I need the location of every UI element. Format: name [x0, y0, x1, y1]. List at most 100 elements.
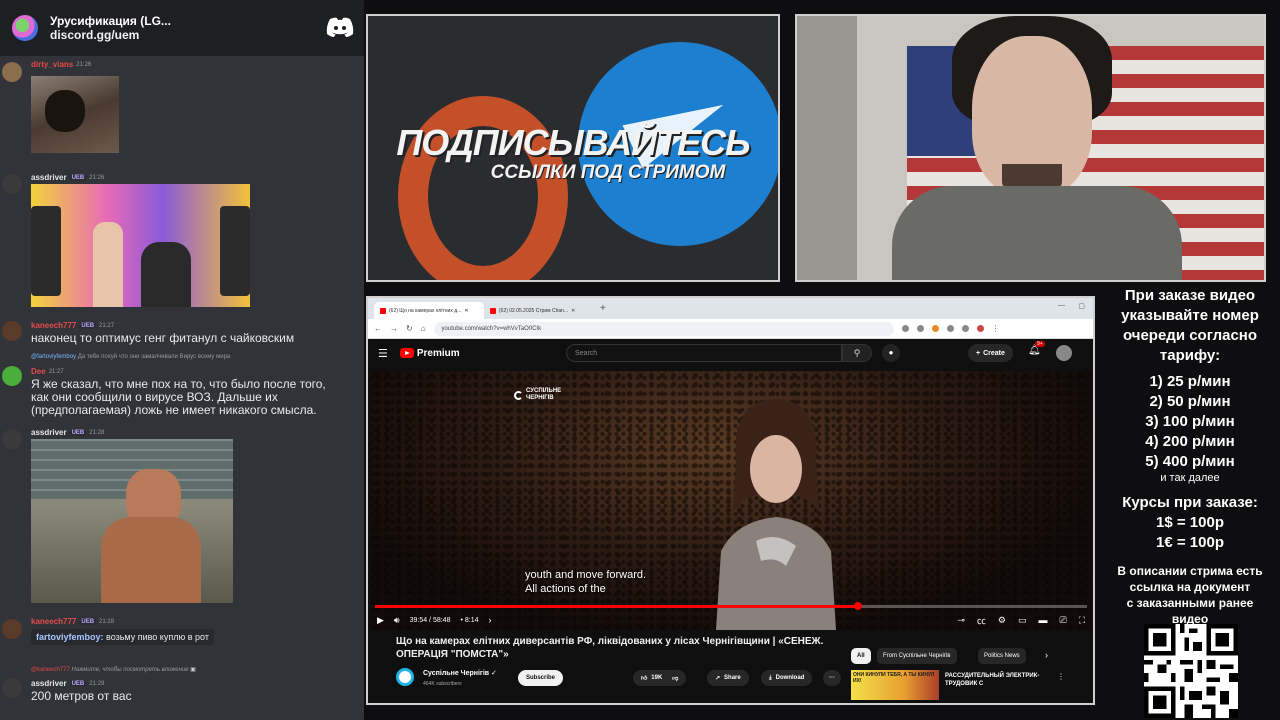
message-text: 200 метров от вас	[31, 689, 132, 703]
extension-icon[interactable]	[901, 325, 909, 332]
autoplay-toggle-icon[interactable]: ⊸	[957, 615, 965, 626]
player-controls: ▶ 🔊︎ 39:54 / 58:48 • 8:14 › ⊸ ㏄ ⚙ ▭ ▬ ⎚ …	[377, 613, 1085, 627]
chevron-right-icon[interactable]: ›	[1045, 650, 1048, 660]
doc-info-line: ссылка на документ	[1129, 580, 1251, 594]
time-display: 39:54 / 58:48	[409, 616, 451, 624]
chapter-label[interactable]: • 8:14	[460, 617, 478, 624]
channel-avatar[interactable]	[396, 668, 414, 686]
channel-watermark: СУСПІЛЬНЕ ЧЕРНІГІВ	[514, 388, 561, 402]
message-text-line: (предполагаемая) ложь не имеет никакого …	[31, 403, 317, 417]
username[interactable]: Dee	[31, 367, 46, 376]
image-attachment[interactable]	[31, 439, 233, 603]
extension-icon[interactable]	[961, 325, 969, 332]
settings-gear-icon[interactable]: ⚙	[998, 615, 1006, 626]
qr-code	[1144, 624, 1238, 718]
avatar	[2, 678, 22, 698]
face	[972, 36, 1092, 196]
image-attachment[interactable]	[31, 76, 119, 153]
chip-all[interactable]: All	[851, 648, 871, 664]
subscribe-button[interactable]: Subscribe	[518, 670, 564, 686]
discord-overlay: Урусификация (LG... discord.gg/uem dirty…	[0, 0, 364, 720]
mention[interactable]: fartoviyfemboy:	[36, 632, 104, 642]
progress-fill	[375, 605, 858, 608]
video-title: Що на камерах елітних диверсантів РФ, лі…	[396, 636, 824, 660]
search-icon[interactable]: ⚲	[842, 344, 872, 362]
miniplayer-icon[interactable]: ▭	[1018, 615, 1027, 626]
progress-bar[interactable]	[375, 602, 1087, 610]
theater-mode-icon[interactable]: ▬	[1038, 615, 1047, 625]
username[interactable]: kaneech777	[31, 321, 76, 330]
chip-from-channel[interactable]: From Суспільне Чернігів	[877, 648, 957, 664]
captions-icon[interactable]: ㏄	[977, 614, 986, 627]
tariff-item: 4) 200 р/мин	[1145, 433, 1235, 450]
thumbs-down-icon[interactable]: 👎︎	[672, 674, 678, 682]
more-vertical-icon[interactable]: ⋮	[1057, 672, 1065, 681]
message-text: fartoviyfemboy: возьму пиво куплю в рот	[31, 629, 214, 645]
order-info-panel: При заказе видео указывайте номер очеред…	[1100, 284, 1280, 720]
youtube-header: ☰ Premium Search ⚲ ● + Create 🔔︎ 9+	[368, 339, 1093, 367]
maximize-icon[interactable]: ▢	[1078, 302, 1085, 310]
cast-icon[interactable]: ⎚	[1059, 615, 1066, 626]
url-input[interactable]: youtube.com/watch?v=whVvTaO0CIk	[433, 321, 894, 336]
timestamp: 21:26	[89, 174, 105, 181]
scrubber-handle[interactable]	[853, 602, 862, 610]
username[interactable]: assdriver	[31, 679, 67, 688]
recommended-title[interactable]: РАССУДИТЕЛЬНЫЙ ЭЛЕКТРИК-ТРУДОВИК С	[945, 672, 1055, 688]
tariff-item: 5) 400 р/мин	[1145, 453, 1235, 470]
extension-icon[interactable]	[916, 325, 924, 332]
forward-icon[interactable]: →	[390, 324, 398, 333]
create-button[interactable]: + Create	[968, 344, 1013, 362]
video-player[interactable]: СУСПІЛЬНЕ ЧЕРНІГІВ youth and move forward…	[371, 371, 1091, 630]
reply-preview[interactable]: @kaneech777 Нажмите, чтобы посмотреть вл…	[31, 666, 196, 673]
youtube-logo-icon	[399, 348, 414, 358]
back-icon[interactable]: ←	[374, 324, 382, 333]
browser-tab[interactable]: (62) Що на камерах елітних д... ✕	[374, 302, 484, 319]
username[interactable]: dirty_vians	[31, 60, 73, 69]
search-input[interactable]: Search	[566, 344, 842, 362]
extension-icon[interactable]	[931, 325, 939, 332]
fullscreen-icon[interactable]: ⛶	[1079, 615, 1085, 626]
shirt	[892, 186, 1182, 280]
channel-name[interactable]: Суспільне Чернігів ✓	[423, 669, 497, 677]
timestamp: 21:29	[89, 680, 105, 687]
extension-icon[interactable]	[946, 325, 954, 332]
more-icon[interactable]: ⋮	[992, 324, 1000, 333]
new-tab-icon[interactable]: +	[600, 303, 606, 314]
image-attachment[interactable]	[31, 184, 250, 307]
message-list[interactable]: dirty_vians 21:26 assdriver UEB 21:26 ka…	[0, 56, 364, 720]
profile-icon[interactable]	[976, 325, 984, 332]
more-actions-button[interactable]: ···	[823, 670, 841, 686]
browser-tab[interactable]: (62) 02.05.2025 Стрим Chan... ✕	[484, 302, 594, 319]
minimize-icon[interactable]: —	[1058, 302, 1065, 309]
doc-info-line: с заказанными ранее	[1126, 596, 1254, 610]
like-button[interactable]: 👍︎ 19K 👎︎	[633, 670, 687, 686]
username[interactable]: assdriver	[31, 428, 67, 437]
reload-icon[interactable]: ↻	[406, 324, 413, 333]
image-icon: ▣	[190, 667, 196, 673]
microphone-icon[interactable]: ●	[882, 344, 900, 362]
username[interactable]: assdriver	[31, 173, 67, 182]
download-icon: ⤓	[769, 674, 772, 681]
play-icon[interactable]: ▶	[377, 615, 384, 626]
youtube-logo[interactable]: Premium	[399, 348, 460, 359]
youtube-favicon-icon	[380, 307, 386, 314]
avatar	[2, 619, 22, 639]
close-icon[interactable]: ✕	[464, 308, 468, 314]
volume-icon[interactable]: 🔊︎	[394, 615, 400, 626]
close-icon[interactable]: ✕	[571, 308, 575, 314]
download-button[interactable]: ⤓ Download	[761, 670, 813, 686]
username[interactable]: kaneech777	[31, 617, 76, 626]
reply-preview[interactable]: @fartoviyfemboy Да тебе похуй что они за…	[31, 354, 230, 360]
doc-info-line: В описании стрима есть	[1117, 564, 1263, 578]
info-heading-line: тарифу:	[1159, 347, 1221, 364]
share-button[interactable]: ↗ Share	[707, 670, 749, 686]
home-icon[interactable]: ⌂	[421, 324, 426, 333]
chip-politics[interactable]: Politics News	[978, 648, 1026, 664]
menu-icon[interactable]: ☰	[378, 347, 388, 360]
address-bar-row: ← → ↻ ⌂ youtube.com/watch?v=whVvTaO0CIk …	[368, 319, 1093, 339]
account-avatar[interactable]	[1056, 345, 1072, 361]
invite-link[interactable]: discord.gg/uem	[50, 28, 171, 43]
recommended-thumbnail[interactable]: ОНИ КИНУЛИ ТЕБЯ, А ТЫ КИНУЛ ИХ!	[851, 670, 939, 700]
notification-badge: 9+	[1035, 341, 1045, 347]
chevron-right-icon[interactable]: ›	[489, 615, 492, 625]
